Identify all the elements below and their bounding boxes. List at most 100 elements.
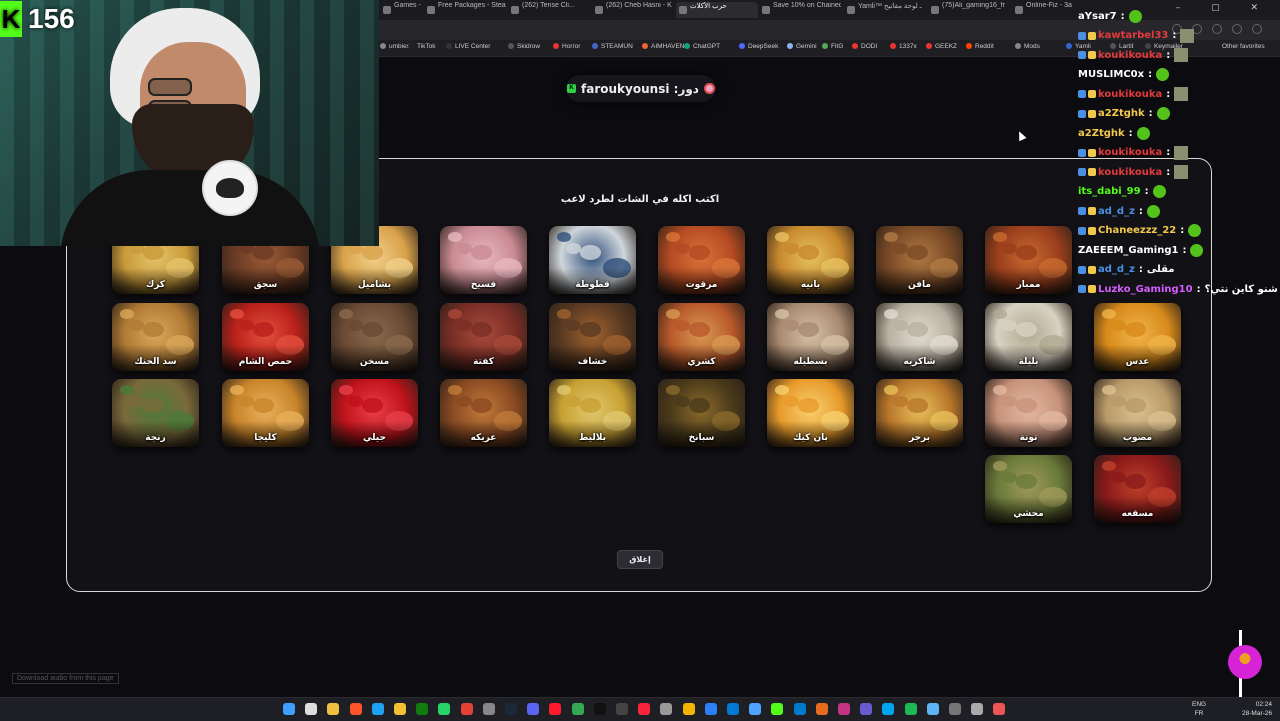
food-card[interactable]: جيلي [331, 379, 418, 447]
chat-username[interactable]: a2Ztghk [1078, 128, 1125, 139]
chat-username[interactable]: ad_d_z [1098, 264, 1135, 275]
browser-tab[interactable]: Free Packages - Steam [424, 2, 506, 18]
tiktok-taskbar-icon[interactable] [593, 703, 606, 715]
whatsapp-taskbar-icon[interactable] [438, 703, 451, 715]
search-taskbar-icon[interactable] [305, 703, 318, 715]
bookmark-link[interactable]: umbies [380, 43, 410, 50]
food-card[interactable]: فسيخ [440, 226, 527, 294]
food-card[interactable]: رنجة [112, 379, 199, 447]
bookmark-link[interactable]: ChatGPT [684, 43, 720, 50]
gear-taskbar-icon[interactable] [971, 703, 984, 715]
browser-tab[interactable]: (262) Cheb Hasni - K [592, 2, 674, 18]
browser-tab[interactable]: Games - K [380, 2, 422, 18]
browser-tab[interactable]: (262) Tense Cli... [508, 2, 590, 18]
files-taskbar-icon[interactable] [394, 703, 406, 715]
food-card[interactable]: سد الحنك [112, 303, 199, 371]
food-card[interactable]: سبانخ [658, 379, 745, 447]
language-indicator[interactable]: ENG FR [1192, 700, 1206, 718]
weather-taskbar-icon[interactable] [682, 703, 695, 715]
browser-tab[interactable]: (75)Ali_gaming16_fr [928, 2, 1010, 18]
food-card[interactable]: بسطيله [767, 303, 854, 371]
food-card[interactable]: مافن [876, 226, 963, 294]
chat-taskbar-icon[interactable] [749, 703, 762, 715]
browser-tab[interactable]: Online-Fiz - 3anyc [1012, 2, 1072, 18]
chat-username[interactable]: ad_d_z [1098, 206, 1135, 217]
media-taskbar-icon[interactable] [660, 703, 673, 715]
chat-username[interactable]: koukikouka [1098, 147, 1162, 158]
chrome-taskbar-icon[interactable] [460, 703, 473, 715]
edge-taskbar-icon[interactable] [371, 703, 384, 715]
settings-taskbar-icon[interactable] [482, 703, 495, 715]
bookmark-link[interactable]: GEEKZ [926, 43, 957, 50]
code-taskbar-icon[interactable] [793, 703, 806, 715]
browser-tab[interactable]: Save 10% on Chained [759, 2, 841, 18]
chat-username[interactable]: Luzko_Gaming10 [1098, 284, 1193, 295]
food-card[interactable]: مرقوت [658, 226, 745, 294]
capture-taskbar-icon[interactable] [949, 703, 961, 715]
chat-username[interactable]: kawtarbel33 [1098, 30, 1168, 41]
food-card[interactable]: برجر [876, 379, 963, 447]
chat-username[interactable]: MUSLIMC0x [1078, 69, 1144, 80]
chat-username[interactable]: its_dabi_99 [1078, 186, 1141, 197]
food-card[interactable]: حمص الشام [222, 303, 309, 371]
brave-taskbar-icon[interactable] [349, 703, 362, 715]
spotify-taskbar-icon[interactable] [904, 703, 917, 715]
bookmark-link[interactable]: AIMHAVEN [642, 43, 684, 50]
ext-taskbar-icon[interactable] [993, 703, 1006, 715]
food-card[interactable]: مصوب [1094, 379, 1181, 447]
explorer-taskbar-icon[interactable] [327, 703, 340, 715]
bookmark-link[interactable]: Skidrow [508, 43, 540, 50]
clock[interactable]: 02:24 28-Mar-26 [1242, 700, 1272, 718]
food-card[interactable]: تونة [985, 379, 1072, 447]
bookmark-link[interactable]: DeepSeek [739, 43, 778, 50]
opera-taskbar-icon[interactable] [549, 703, 562, 715]
food-card[interactable]: عدس [1094, 303, 1181, 371]
kick-taskbar-icon[interactable] [771, 703, 784, 715]
game-taskbar-icon[interactable] [815, 703, 828, 715]
chat-username[interactable]: koukikouka [1098, 89, 1162, 100]
bookmark-link[interactable]: STEAMUN [592, 43, 633, 50]
food-card[interactable]: محشي [985, 455, 1072, 523]
floating-app-bubble[interactable] [1228, 645, 1262, 679]
notepad-taskbar-icon[interactable] [926, 703, 939, 715]
vpn-taskbar-icon[interactable] [704, 703, 717, 715]
chat-username[interactable]: koukikouka [1098, 167, 1162, 178]
bookmark-link[interactable]: Horror [553, 43, 580, 50]
photo-taskbar-icon[interactable] [882, 703, 895, 715]
food-card[interactable]: عريكه [440, 379, 527, 447]
download-audio-hint[interactable]: Download audio from this page [12, 673, 119, 684]
store-taskbar-icon[interactable] [727, 703, 739, 715]
maps-taskbar-icon[interactable] [571, 703, 584, 715]
chat-username[interactable]: Chaneezzz_22 [1098, 225, 1176, 236]
food-card[interactable]: كفتة [440, 303, 527, 371]
browser-tab[interactable]: Yamli™ ـ لوحة مفاتيح [844, 2, 926, 18]
bookmark-link[interactable]: 1337x [890, 43, 917, 50]
food-card[interactable]: كشري [658, 303, 745, 371]
food-card[interactable]: كليجا [222, 379, 309, 447]
obs-taskbar-icon[interactable] [616, 703, 628, 715]
discord-taskbar-icon[interactable] [527, 703, 540, 715]
xbox-taskbar-icon[interactable] [416, 703, 429, 715]
food-card[interactable]: قطوطة [549, 226, 636, 294]
chat-username[interactable]: a2Ztghk [1098, 108, 1145, 119]
chat-username[interactable]: aYsar7 [1078, 11, 1117, 22]
food-card[interactable]: مسقعه [1094, 455, 1181, 523]
bookmark-link[interactable]: FitG [822, 43, 843, 50]
music-taskbar-icon[interactable] [638, 703, 651, 715]
bookmark-link[interactable]: LIVE Center [446, 43, 490, 50]
vpn2-taskbar-icon[interactable] [860, 703, 873, 715]
bookmark-link[interactable]: Reddit [966, 43, 994, 50]
bookmark-link[interactable]: Mods [1015, 43, 1040, 50]
close-button[interactable]: إغلاق [617, 550, 663, 569]
food-card[interactable]: شاكريه [876, 303, 963, 371]
bookmark-link[interactable]: Gemini [787, 43, 817, 50]
food-card[interactable]: بان كيك [767, 379, 854, 447]
steam-taskbar-icon[interactable] [505, 703, 517, 715]
food-card[interactable]: بليلة [985, 303, 1072, 371]
editor-taskbar-icon[interactable] [838, 703, 850, 715]
start-taskbar-icon[interactable] [283, 703, 295, 715]
food-card[interactable]: ممبار [985, 226, 1072, 294]
food-card[interactable]: مسخن [331, 303, 418, 371]
food-card[interactable]: بانيه [767, 226, 854, 294]
food-card[interactable]: خشاف [549, 303, 636, 371]
